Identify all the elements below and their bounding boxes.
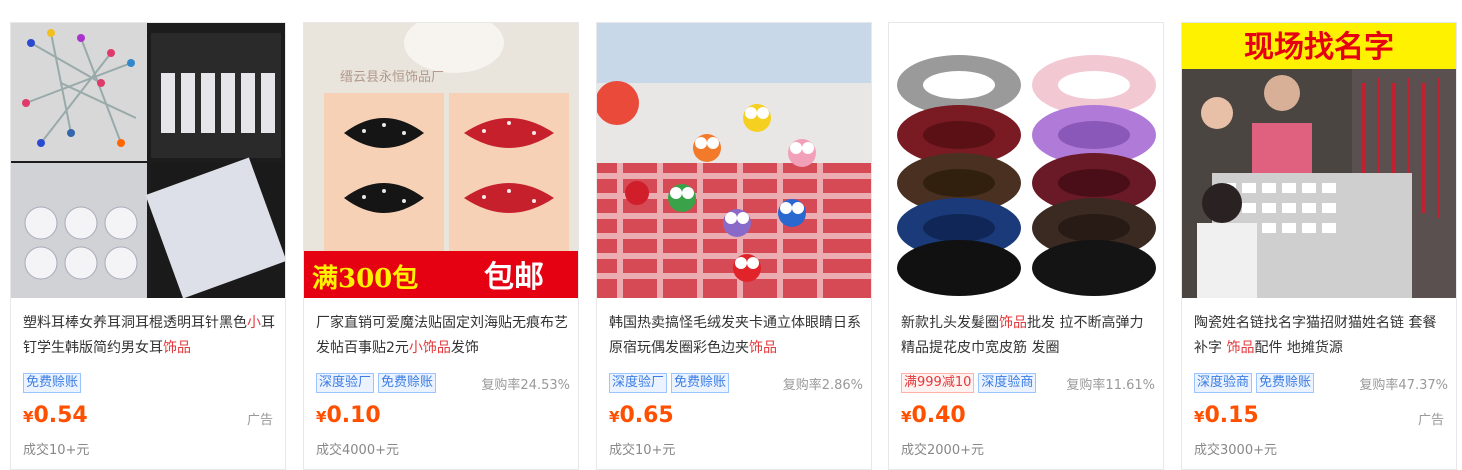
repurchase-rate: 复购率47.37%: [1359, 377, 1448, 393]
product-card[interactable]: 新款扎头发髮圈饰品批发 拉不断高弹力精品提花皮巾宽皮筋 发圈 满999减10 深…: [888, 22, 1164, 470]
svg-text:现场找名字: 现场找名字: [1244, 30, 1394, 65]
tag-factory-verified: 深度验厂: [316, 373, 375, 393]
product-image[interactable]: [889, 23, 1163, 298]
tag-free-credit: 免费赊账: [1256, 373, 1315, 393]
svg-text:满300包: 满300包: [312, 263, 418, 294]
tag-list: 免费赊账: [23, 373, 277, 393]
product-card[interactable]: 塑料耳棒女养耳洞耳棍透明耳针黑色小耳钉学生韩版简约男女耳饰品 免费赊账 ¥0.5…: [10, 22, 286, 470]
product-image[interactable]: 缙云县永恒饰品厂 满300包 包邮: [304, 23, 578, 298]
svg-text:缙云县永恒饰品厂: 缙云县永恒饰品厂: [340, 70, 444, 85]
product-title[interactable]: 新款扎头发髮圈饰品批发 拉不断高弹力精品提花皮巾宽皮筋 发圈: [901, 311, 1153, 361]
tag-free-credit: 免费赊账: [23, 373, 82, 393]
price: ¥0.40: [901, 403, 966, 428]
sales-volume: 成交10+元: [609, 443, 676, 458]
product-card[interactable]: 现场找名字 陶瓷姓名链找名字猫招财猫姓名链 套餐 补字 饰品配件 地摊货源 深度…: [1181, 22, 1457, 470]
ad-label: 广告: [246, 413, 273, 428]
tag-discount: 满999减10: [901, 373, 975, 393]
repurchase-rate: 复购率11.61%: [1066, 377, 1155, 393]
product-image[interactable]: [11, 23, 285, 298]
product-image[interactable]: [597, 23, 871, 298]
tag-list: 深度验厂 免费赊账 复购率2.86%: [609, 373, 863, 393]
product-title[interactable]: 陶瓷姓名链找名字猫招财猫姓名链 套餐 补字 饰品配件 地摊货源: [1194, 311, 1446, 361]
product-title[interactable]: 厂家直销可爱魔法贴固定刘海贴无痕布艺发帖百事贴2元小饰品发饰: [316, 311, 568, 361]
tag-list: 深度验商 免费赊账 复购率47.37%: [1194, 373, 1448, 393]
name-chain-stall-photo: 现场找名字: [1182, 23, 1456, 298]
product-image[interactable]: 现场找名字: [1182, 23, 1456, 298]
price: ¥0.65: [609, 403, 674, 428]
tag-list: 深度验厂 免费赊账 复购率24.53%: [316, 373, 570, 393]
tag-free-credit: 免费赊账: [671, 373, 730, 393]
ad-label: 广告: [1417, 413, 1444, 428]
repurchase-rate: 复购率24.53%: [481, 377, 570, 393]
price: ¥0.10: [316, 403, 381, 428]
svg-text:包邮: 包邮: [484, 260, 544, 295]
plush-hairclips-photo: [597, 23, 871, 298]
sales-volume: 成交10+元: [23, 443, 90, 458]
sales-volume: 成交3000+元: [1194, 443, 1277, 458]
repurchase-rate: 复购率2.86%: [782, 377, 863, 393]
tag-merchant-verified: 深度验商: [1194, 373, 1253, 393]
tag-list: 满999减10 深度验商 复购率11.61%: [901, 373, 1155, 393]
tag-merchant-verified: 深度验商: [978, 373, 1037, 393]
price: ¥0.54: [23, 403, 88, 428]
sales-volume: 成交2000+元: [901, 443, 984, 458]
product-title[interactable]: 韩国热卖搞怪毛绒发夹卡通立体眼睛日系原宿玩偶发圈彩色边夹饰品: [609, 311, 861, 361]
product-grid: 塑料耳棒女养耳洞耳棍透明耳针黑色小耳钉学生韩版简约男女耳饰品 免费赊账 ¥0.5…: [0, 0, 1462, 470]
tag-factory-verified: 深度验厂: [609, 373, 668, 393]
product-title[interactable]: 塑料耳棒女养耳洞耳棍透明耳针黑色小耳钉学生韩版简约男女耳饰品: [23, 311, 275, 361]
hair-ties-photo: [889, 23, 1163, 298]
product-card[interactable]: 缙云县永恒饰品厂 满300包 包邮 厂家直销可爱魔法贴固定刘海贴无痕布艺发帖百事…: [303, 22, 579, 470]
ear-sticks-photo: [11, 23, 285, 298]
price: ¥0.15: [1194, 403, 1259, 428]
bow-hair-stickers-photo: 缙云县永恒饰品厂 满300包 包邮: [304, 23, 578, 298]
product-card[interactable]: 韩国热卖搞怪毛绒发夹卡通立体眼睛日系原宿玩偶发圈彩色边夹饰品 深度验厂 免费赊账…: [596, 22, 872, 470]
tag-free-credit: 免费赊账: [378, 373, 437, 393]
sales-volume: 成交4000+元: [316, 443, 399, 458]
